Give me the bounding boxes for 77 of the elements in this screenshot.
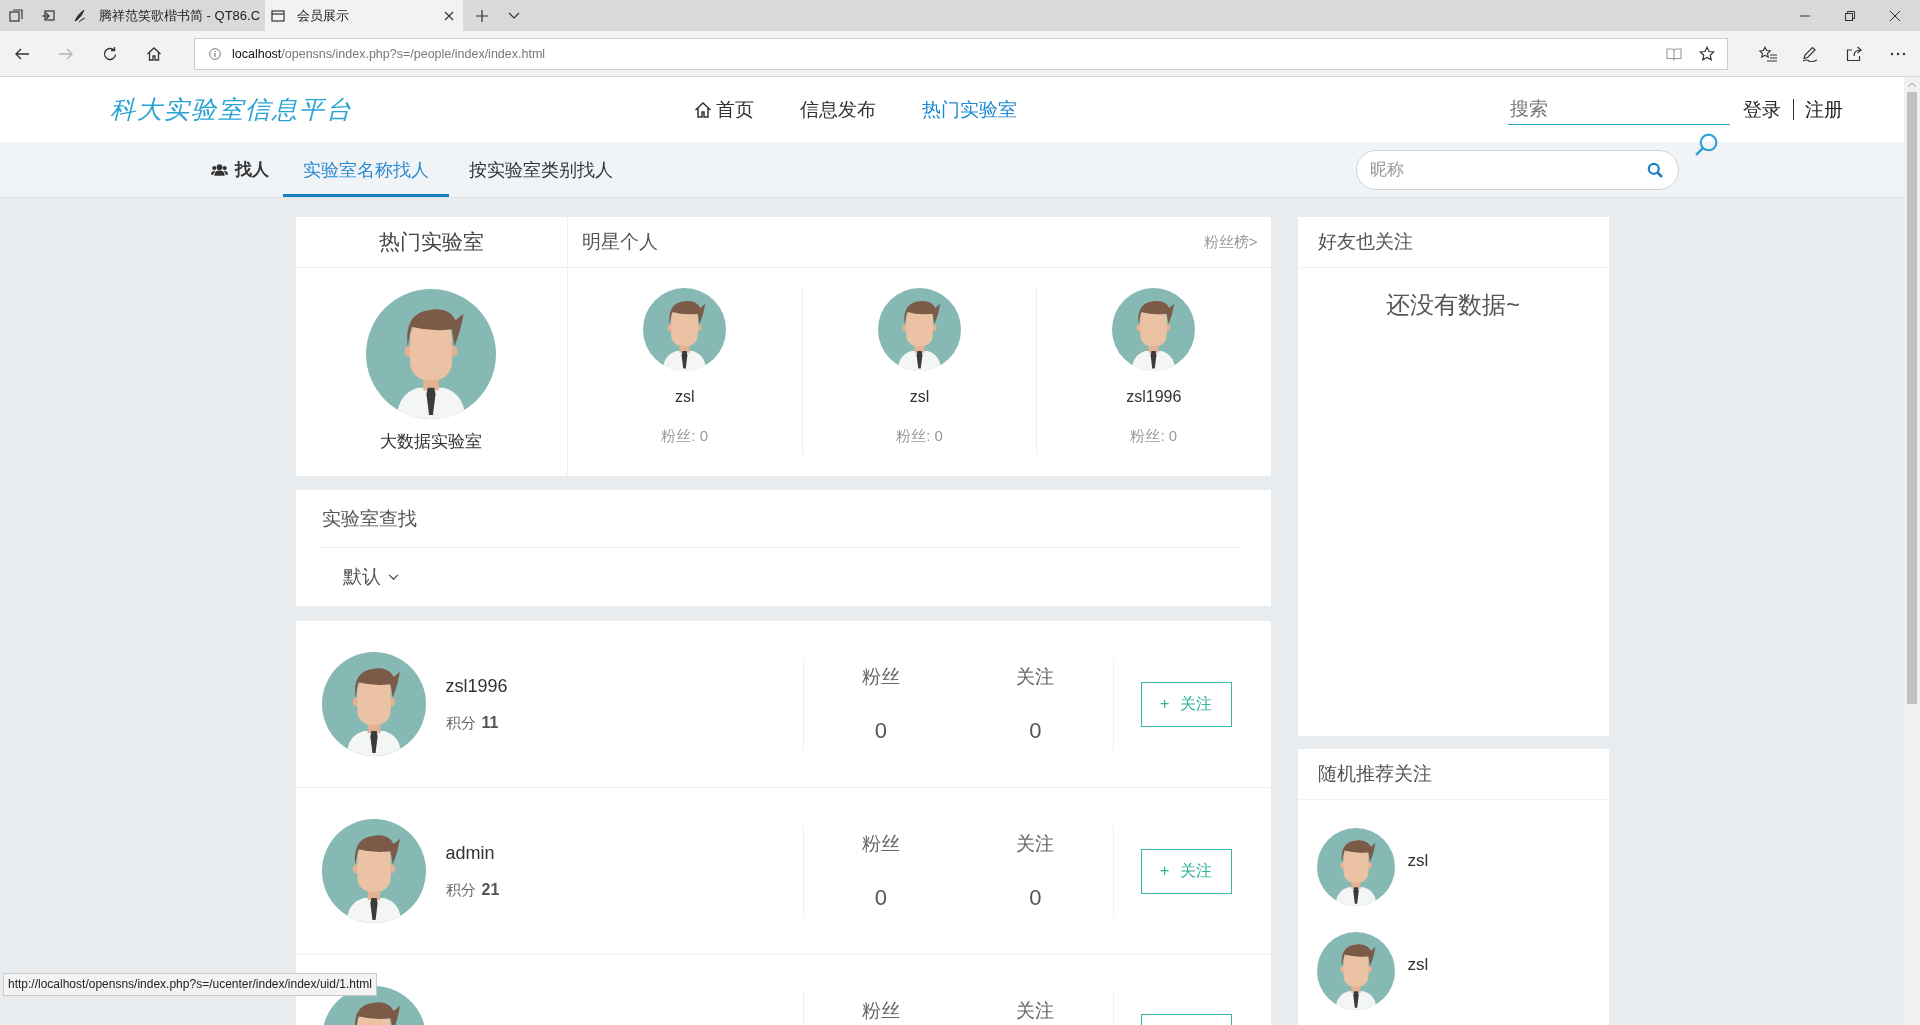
score-label: 积分 [445,714,476,733]
empty-message: 还没有数据~ [1386,290,1520,320]
book-icon[interactable] [1666,46,1682,61]
set-aside-tabs-icon[interactable] [41,8,55,23]
sort-dropdown[interactable]: 默认 [336,564,405,590]
browser-tab[interactable]: 会员展示 [265,0,463,31]
avatar-icon[interactable] [878,288,961,371]
user-name[interactable]: zsl [1407,955,1429,975]
star-icon[interactable] [1699,45,1715,62]
favorites-icon[interactable] [1759,45,1777,62]
user-name[interactable]: zsl1996 [1126,387,1182,407]
nickname-search-field[interactable]: 昵称 [1356,149,1679,190]
users-icon [211,162,228,177]
fans-count: 粉丝: 0 [896,426,943,446]
scrollbar-thumb[interactable] [1907,92,1917,704]
lab-name[interactable]: 大数据实验室 [380,431,482,453]
score-label: 积分 [445,881,476,900]
score-value: 11 [481,714,499,732]
home-icon[interactable] [146,45,162,62]
avatar-icon[interactable] [1112,288,1196,371]
chevron-down-icon [387,573,399,581]
info-icon[interactable] [209,47,221,60]
home-icon [694,100,712,119]
user-name[interactable]: zsl [674,387,695,407]
avatar-icon[interactable] [321,819,426,923]
avatar-icon[interactable] [321,652,426,756]
nav-link[interactable]: 热门实验室 [922,96,1017,123]
fans-label: 粉丝 [861,999,900,1021]
search-icon[interactable] [1694,132,1719,157]
browser-tab[interactable]: 腾祥范笑歌楷书简 - QT86.C [67,0,265,31]
avatar-icon[interactable] [366,289,496,419]
nav-link[interactable]: 信息发布 [800,96,876,123]
following-label: 关注 [1016,665,1055,687]
close-icon[interactable] [444,10,454,21]
card-title: 实验室查找 [321,506,417,531]
user-name[interactable]: zsl1996 [445,675,508,698]
user-name[interactable]: zsl [909,387,930,407]
filter-tab[interactable]: 按实验室类别找人 [449,142,633,197]
link-status-tooltip: http://localhost/opensns/index.php?s=/ucenter/index/index/uid/1.html [3,973,377,996]
login-link[interactable]: 登录 [1743,96,1781,123]
section-title: 找人 [235,159,269,181]
fans-label: 粉丝 [861,665,900,687]
following-count: 0 [1029,885,1042,910]
share-icon[interactable] [1846,45,1862,62]
address-field[interactable]: localhost/opensns/index.php?s=/people/index/index.html [194,37,1728,70]
nav-link[interactable]: 首页 [694,96,754,123]
avatar-icon[interactable] [1316,828,1395,906]
refresh-icon[interactable] [102,45,118,62]
card-title: 明星个人 [581,230,658,254]
fans-count: 0 [874,885,887,910]
pen-icon[interactable] [1802,45,1818,62]
restore-icon[interactable] [1845,10,1855,21]
avatar-icon[interactable] [643,288,727,371]
following-count: 0 [1029,718,1042,743]
close-icon[interactable] [1890,10,1900,21]
register-link[interactable]: 注册 [1805,96,1843,123]
search-icon[interactable] [1647,161,1663,178]
card-title: 好友也关注 [1317,230,1413,254]
fans-label: 粉丝 [861,832,900,854]
page-icon [271,8,285,23]
search-field[interactable]: 搜索 [1508,94,1730,125]
fans-count: 粉丝: 0 [661,426,708,446]
card-title: 热门实验室 [378,229,484,255]
plus-icon[interactable] [476,9,488,22]
card-title: 随机推荐关注 [1317,762,1432,786]
following-label: 关注 [1016,832,1055,854]
user-name[interactable]: admin [445,842,495,865]
user-name[interactable]: zsl [1407,851,1429,871]
fans-count: 粉丝: 0 [1130,426,1178,446]
tabs-icon[interactable] [9,8,23,23]
following-label: 关注 [1016,999,1055,1021]
avatar-icon[interactable] [1316,932,1395,1010]
fans-count: 0 [874,718,887,743]
chevron-down-icon[interactable] [508,11,520,20]
score-value: 21 [481,881,500,899]
brush-icon [73,8,87,23]
more-icon[interactable] [1890,51,1906,56]
